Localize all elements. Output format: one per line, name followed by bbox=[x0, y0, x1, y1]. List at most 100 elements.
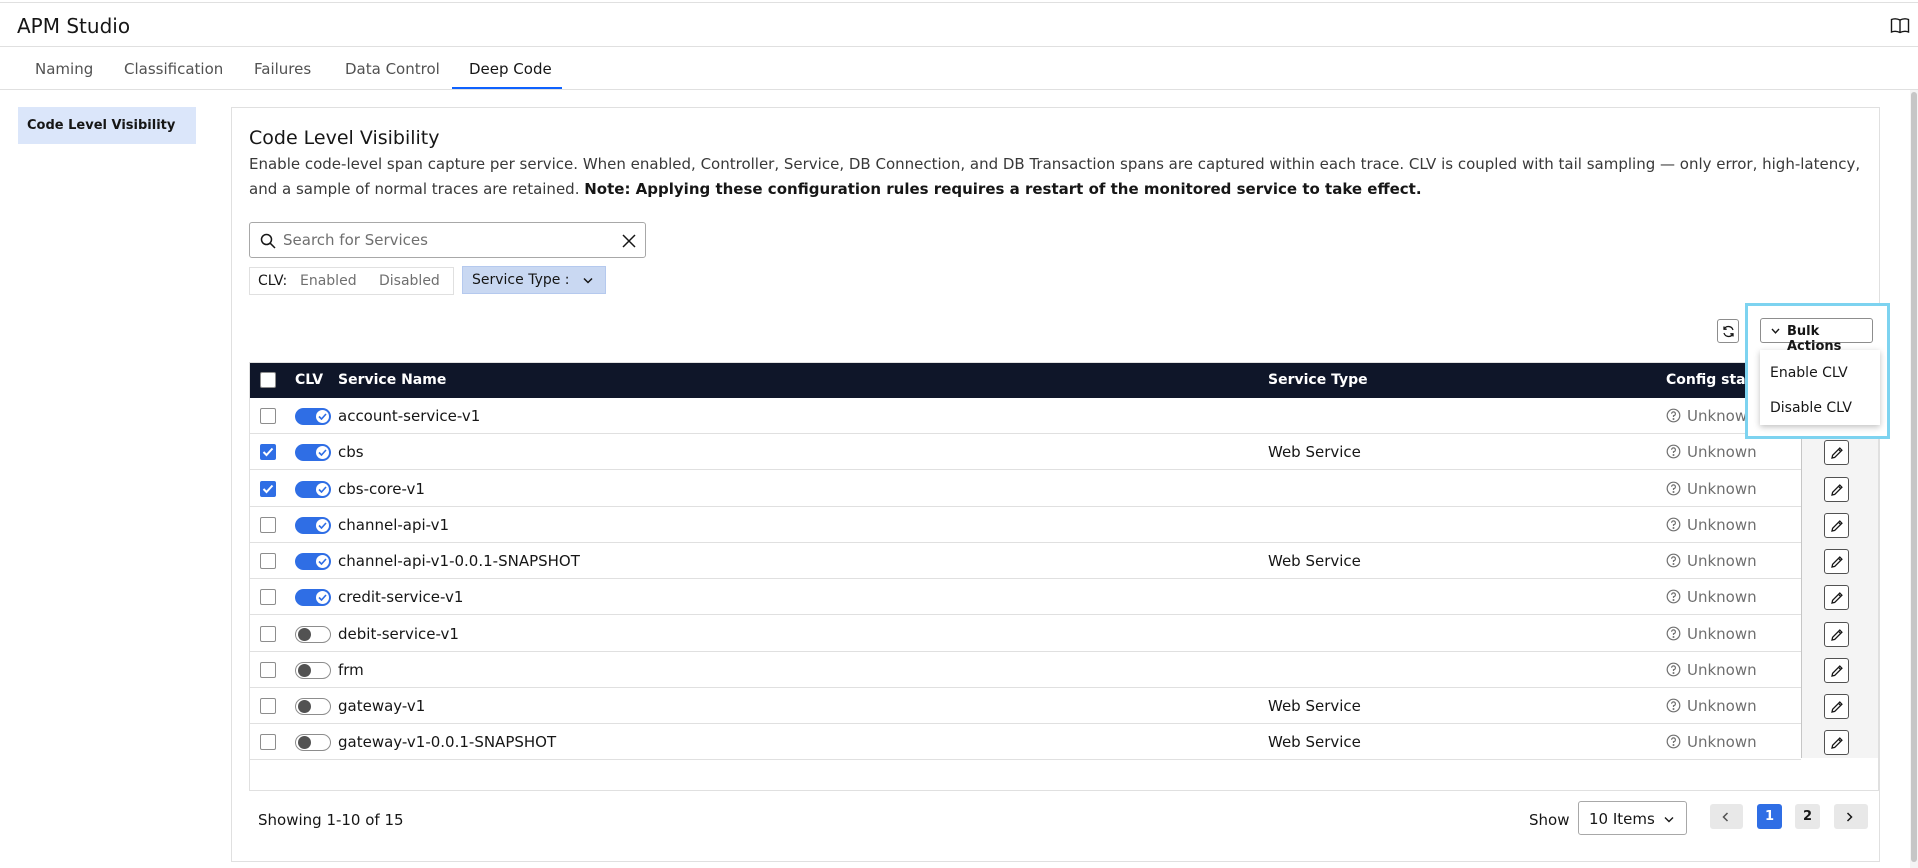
config-status-cell: Unknown bbox=[1687, 625, 1757, 643]
toggle-knob bbox=[298, 664, 311, 677]
clv-filter-disabled[interactable]: Disabled bbox=[379, 273, 440, 289]
column-header-config-status[interactable]: Config stat bbox=[1666, 372, 1752, 388]
pencil-icon bbox=[1831, 556, 1843, 568]
service-type-filter[interactable]: Service Type : bbox=[462, 266, 606, 294]
chevron-left-icon bbox=[1722, 812, 1729, 822]
checkmark-icon bbox=[318, 522, 327, 529]
row-checkbox[interactable] bbox=[260, 408, 276, 424]
column-header-service-type[interactable]: Service Type bbox=[1268, 372, 1368, 388]
service-name-cell: channel-api-v1-0.0.1-SNAPSHOT bbox=[338, 552, 580, 570]
service-type-cell: Web Service bbox=[1268, 697, 1361, 715]
help-circle-icon bbox=[1666, 626, 1681, 641]
page-button-2[interactable]: 2 bbox=[1795, 804, 1820, 829]
row-checkbox[interactable] bbox=[260, 517, 276, 533]
clv-toggle[interactable] bbox=[295, 698, 331, 715]
menu-item-disable-clv[interactable]: Disable CLV bbox=[1770, 400, 1852, 416]
clv-toggle[interactable] bbox=[295, 662, 331, 679]
service-type-cell: Web Service bbox=[1268, 443, 1361, 461]
column-header-service-name[interactable]: Service Name bbox=[338, 372, 446, 388]
clv-toggle[interactable] bbox=[295, 481, 331, 498]
tab-deep-code[interactable]: Deep Code bbox=[469, 60, 552, 78]
close-icon[interactable] bbox=[621, 233, 637, 249]
clv-toggle[interactable] bbox=[295, 589, 331, 606]
toggle-knob bbox=[316, 410, 329, 423]
service-name-cell: gateway-v1-0.0.1-SNAPSHOT bbox=[338, 733, 557, 751]
tab-naming[interactable]: Naming bbox=[35, 60, 93, 78]
items-per-page-select[interactable]: 10 Items bbox=[1578, 801, 1687, 835]
service-name-cell: gateway-v1 bbox=[338, 697, 426, 715]
menu-item-enable-clv[interactable]: Enable CLV bbox=[1770, 365, 1848, 381]
checkmark-icon bbox=[262, 484, 274, 494]
panel-title: Code Level Visibility bbox=[249, 127, 440, 149]
page-button-1[interactable]: 1 bbox=[1757, 804, 1782, 829]
clv-toggle[interactable] bbox=[295, 444, 331, 461]
clv-toggle[interactable] bbox=[295, 626, 331, 643]
service-type-cell: Web Service bbox=[1268, 552, 1361, 570]
pencil-icon bbox=[1831, 592, 1843, 604]
top-bar: APM Studio bbox=[0, 2, 1918, 47]
previous-page-button[interactable] bbox=[1710, 804, 1743, 829]
tab-data-control[interactable]: Data Control bbox=[345, 60, 440, 78]
table-row: frm Unknown bbox=[250, 652, 1801, 688]
page-scrollbar-thumb[interactable] bbox=[1911, 92, 1917, 862]
book-icon[interactable] bbox=[1890, 17, 1910, 35]
clv-filter-label: CLV: bbox=[258, 273, 288, 289]
search-input[interactable] bbox=[283, 229, 603, 251]
clv-toggle[interactable] bbox=[295, 553, 331, 570]
tab-failures[interactable]: Failures bbox=[254, 60, 311, 78]
search-box bbox=[249, 222, 646, 258]
row-checkbox[interactable] bbox=[260, 698, 276, 714]
edit-button[interactable] bbox=[1824, 730, 1849, 755]
row-checkbox[interactable] bbox=[260, 553, 276, 569]
clv-toggle[interactable] bbox=[295, 517, 331, 534]
clv-toggle[interactable] bbox=[295, 734, 331, 751]
select-all-checkbox[interactable] bbox=[260, 372, 276, 388]
edit-button[interactable] bbox=[1824, 622, 1849, 647]
refresh-button[interactable] bbox=[1717, 319, 1739, 343]
pencil-icon bbox=[1831, 701, 1843, 713]
toggle-knob bbox=[298, 700, 311, 713]
row-checkbox[interactable] bbox=[260, 444, 276, 460]
pencil-icon bbox=[1831, 629, 1843, 641]
edit-button[interactable] bbox=[1824, 440, 1849, 465]
table-header: CLV Service Name Service Type Config sta… bbox=[250, 363, 1878, 398]
config-status-cell: Unknown bbox=[1687, 552, 1757, 570]
edit-button[interactable] bbox=[1824, 477, 1849, 502]
service-name-cell: cbs-core-v1 bbox=[338, 480, 425, 498]
show-label: Show bbox=[1529, 811, 1570, 829]
toggle-knob bbox=[298, 736, 311, 749]
checkmark-icon bbox=[318, 594, 327, 601]
edit-button[interactable] bbox=[1824, 513, 1849, 538]
clv-filter-enabled[interactable]: Enabled bbox=[300, 273, 357, 289]
help-circle-icon bbox=[1666, 481, 1681, 496]
sidebar-item-code-level-visibility[interactable]: Code Level Visibility bbox=[18, 107, 196, 144]
next-page-button[interactable] bbox=[1834, 804, 1868, 829]
column-header-clv[interactable]: CLV bbox=[295, 372, 323, 388]
row-checkbox[interactable] bbox=[260, 662, 276, 678]
edit-button[interactable] bbox=[1824, 585, 1849, 610]
config-status-cell: Unknown bbox=[1687, 443, 1757, 461]
edit-button[interactable] bbox=[1824, 694, 1849, 719]
tab-classification[interactable]: Classification bbox=[124, 60, 223, 78]
edit-button[interactable] bbox=[1824, 549, 1849, 574]
row-checkbox[interactable] bbox=[260, 481, 276, 497]
clv-toggle[interactable] bbox=[295, 408, 331, 425]
edit-button[interactable] bbox=[1824, 658, 1849, 683]
row-checkbox[interactable] bbox=[260, 626, 276, 642]
bulk-actions-button[interactable]: Bulk Actions bbox=[1760, 318, 1873, 354]
checkmark-icon bbox=[318, 486, 327, 493]
clv-filter: CLV: Enabled Disabled bbox=[249, 267, 454, 295]
checkmark-icon bbox=[318, 558, 327, 565]
help-circle-icon bbox=[1666, 553, 1681, 568]
help-circle-icon bbox=[1666, 517, 1681, 532]
table-row: gateway-v1-0.0.1-SNAPSHOT Web Service Unkn… bbox=[250, 724, 1801, 760]
help-circle-icon bbox=[1666, 444, 1681, 459]
chevron-right-icon bbox=[1846, 812, 1853, 822]
config-status-cell: Unknown bbox=[1687, 588, 1757, 606]
row-checkbox[interactable] bbox=[260, 734, 276, 750]
service-type-cell: Web Service bbox=[1268, 733, 1361, 751]
table-row: cbs Web Service Unknown bbox=[250, 434, 1801, 470]
pencil-icon bbox=[1831, 520, 1843, 532]
row-checkbox[interactable] bbox=[260, 589, 276, 605]
config-status-cell: Unknown bbox=[1687, 516, 1757, 534]
